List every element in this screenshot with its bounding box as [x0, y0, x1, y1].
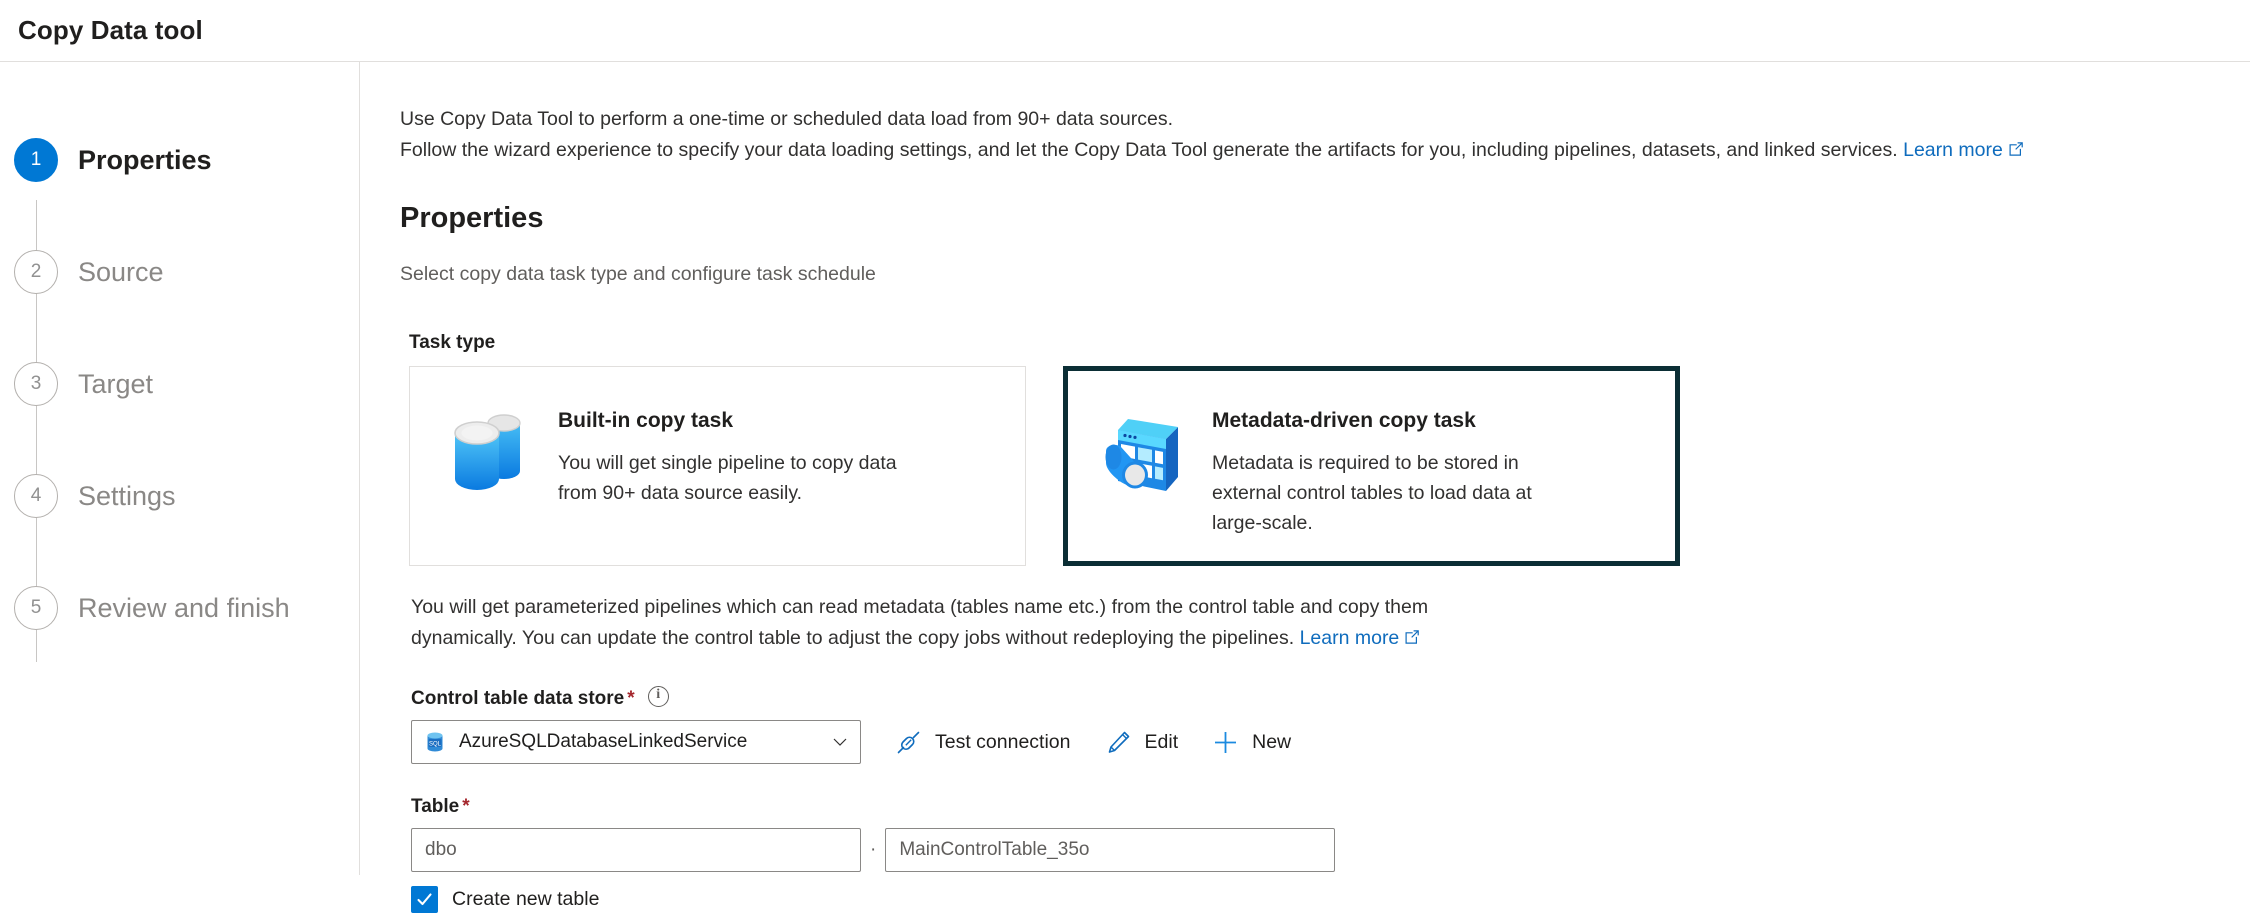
chevron-down-icon	[831, 733, 849, 751]
built-in-card-desc: You will get single pipeline to copy dat…	[558, 448, 897, 508]
paragraph-learn-more-label: Learn more	[1299, 627, 1400, 649]
plus-icon	[1212, 729, 1239, 756]
external-link-icon	[2008, 141, 2024, 157]
wizard-steps: 1 Properties 2 Source 3 Target 4 Setting…	[0, 104, 359, 664]
built-in-card-text: Built-in copy task You will get single p…	[558, 403, 897, 508]
table-schema-input[interactable]	[411, 828, 861, 872]
step-badge-1: 1	[14, 138, 58, 182]
paragraph-learn-more-link[interactable]: Learn more	[1294, 627, 1420, 649]
step-label-source: Source	[78, 256, 164, 287]
table-label-text: Table	[411, 796, 460, 817]
properties-form: Control table data store* SQL	[411, 685, 2250, 913]
task-type-card-metadata-driven-copy-task[interactable]: Metadata-driven copy task Metadata is re…	[1063, 366, 1680, 566]
sidebar-step-properties[interactable]: 1 Properties	[0, 104, 359, 216]
control-table-data-store-label-text: Control table data store	[411, 688, 625, 709]
step-badge-4: 4	[14, 474, 58, 518]
table-label: Table *	[411, 796, 2250, 818]
step-label-review-and-finish: Review and finish	[78, 592, 290, 623]
metadata-table-funnel-icon	[1094, 403, 1190, 499]
required-asterisk-control-table: *	[627, 688, 635, 709]
intro-line-2: Follow the wizard experience to specify …	[400, 135, 2250, 166]
step-label-settings: Settings	[78, 480, 176, 511]
properties-subtitle: Select copy data task type and configure…	[400, 263, 876, 285]
sidebar-step-settings[interactable]: 4 Settings	[0, 440, 359, 552]
create-new-table-label: Create new table	[452, 888, 600, 910]
intro-line-2-text: Follow the wizard experience to specify …	[400, 139, 1898, 161]
control-table-data-store-row: SQL AzureSQLDatabaseLinkedService Test c…	[411, 720, 2250, 764]
built-in-card-desc-line-1: You will get single pipeline to copy dat…	[558, 452, 897, 474]
step-badge-3: 3	[14, 362, 58, 406]
linked-service-dropdown-value: AzureSQLDatabaseLinkedService	[459, 731, 748, 752]
task-type-card-built-in-copy-task[interactable]: Built-in copy task You will get single p…	[409, 366, 1026, 566]
built-in-card-title: Built-in copy task	[558, 409, 734, 432]
wizard-sidebar: 1 Properties 2 Source 3 Target 4 Setting…	[0, 62, 360, 875]
metadata-paragraph-line-1: You will get parameterized pipelines whi…	[411, 596, 1429, 618]
new-button[interactable]: New	[1212, 729, 1291, 756]
edit-button[interactable]: Edit	[1105, 729, 1179, 756]
test-connection-button[interactable]: Test connection	[895, 729, 1071, 756]
database-cylinders-icon	[440, 403, 536, 499]
intro-learn-more-link[interactable]: Learn more	[1898, 139, 2024, 161]
properties-heading: Properties	[400, 202, 544, 234]
sidebar-step-source[interactable]: 2 Source	[0, 216, 359, 328]
task-type-card-group: Built-in copy task You will get single p…	[409, 366, 2250, 566]
metadata-card-text: Metadata-driven copy task Metadata is re…	[1212, 403, 1532, 538]
linked-service-dropdown[interactable]: SQL AzureSQLDatabaseLinkedService	[411, 720, 861, 764]
metadata-paragraph-line-2: dynamically. You can update the control …	[411, 623, 2250, 654]
info-icon[interactable]	[647, 685, 669, 707]
new-label: New	[1252, 730, 1292, 753]
sidebar-step-review-and-finish[interactable]: 5 Review and finish	[0, 552, 359, 664]
create-new-table-checkbox-row[interactable]: Create new table	[411, 886, 2250, 913]
task-type-label: Task type	[409, 332, 496, 353]
table-name-input[interactable]	[885, 828, 1336, 872]
required-asterisk-table: *	[462, 796, 470, 817]
copy-data-tool-window: Copy Data tool 1 Properties 2 Source 3 T…	[0, 0, 2250, 913]
svg-text:SQL: SQL	[429, 741, 442, 747]
intro-text: Use Copy Data Tool to perform a one-time…	[400, 104, 2250, 166]
step-badge-5: 5	[14, 586, 58, 630]
plug-connection-icon	[895, 729, 922, 756]
metadata-card-desc-line-3: large-scale.	[1212, 512, 1313, 534]
intro-line-1: Use Copy Data Tool to perform a one-time…	[400, 108, 1174, 130]
metadata-card-desc: Metadata is required to be stored in ext…	[1212, 448, 1532, 538]
edit-label: Edit	[1144, 730, 1179, 753]
metadata-description-paragraph: You will get parameterized pipelines whi…	[411, 592, 2250, 654]
intro-learn-more-label: Learn more	[1903, 139, 2003, 161]
test-connection-label: Test connection	[935, 730, 1071, 753]
built-in-card-desc-line-2: from 90+ data source easily.	[558, 482, 803, 504]
sidebar-step-target[interactable]: 3 Target	[0, 328, 359, 440]
metadata-card-title: Metadata-driven copy task	[1212, 409, 1476, 432]
step-label-target: Target	[78, 368, 154, 399]
step-label-properties: Properties	[78, 144, 212, 175]
control-table-data-store-label: Control table data store *	[411, 685, 2250, 710]
window-body: 1 Properties 2 Source 3 Target 4 Setting…	[0, 62, 2250, 913]
pencil-edit-icon	[1105, 729, 1132, 756]
table-group: Table* · Create new table	[411, 796, 2250, 913]
metadata-card-desc-line-2: external control tables to load data at	[1212, 482, 1532, 504]
external-link-icon-2	[1404, 629, 1420, 645]
page-title: Copy Data tool	[18, 15, 203, 45]
metadata-card-desc-line-1: Metadata is required to be stored in	[1212, 452, 1519, 474]
step-badge-2: 2	[14, 250, 58, 294]
sql-database-icon: SQL	[423, 730, 447, 754]
window-header: Copy Data tool	[0, 0, 2250, 62]
create-new-table-checkbox[interactable]	[411, 886, 438, 913]
table-inputs-row: ·	[411, 828, 2250, 872]
control-table-data-store-group: Control table data store* SQL	[411, 685, 2250, 764]
main-content: Use Copy Data Tool to perform a one-time…	[360, 62, 2250, 913]
table-name-separator: ·	[870, 839, 877, 860]
metadata-paragraph-line-2-text: dynamically. You can update the control …	[411, 627, 1295, 649]
